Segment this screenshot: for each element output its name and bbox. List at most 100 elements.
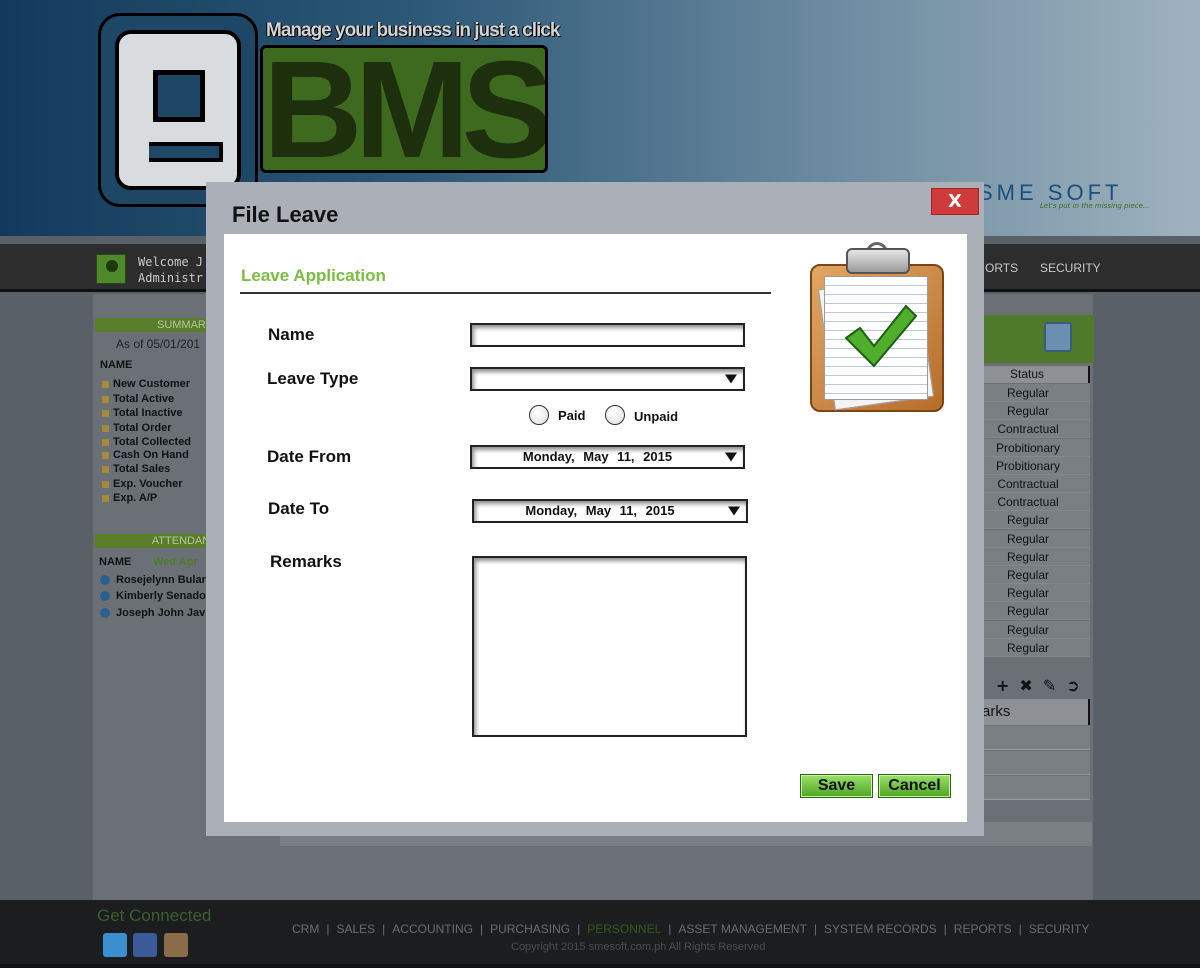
checkmark-icon	[844, 304, 918, 368]
remarks-row[interactable]	[966, 776, 1090, 800]
summary-item[interactable]: Total Order	[102, 422, 171, 434]
status-column-header[interactable]: Status	[966, 366, 1090, 383]
summary-item[interactable]: Exp. Voucher	[102, 478, 182, 490]
name-input[interactable]	[472, 325, 743, 345]
summary-name-column: NAME	[100, 359, 133, 371]
date-from-label: Date From	[267, 447, 352, 466]
date-from-picker[interactable]: Monday, May 11, 2015	[470, 445, 745, 469]
role-line: Administr	[138, 271, 204, 285]
next-icon[interactable]: ➲	[1066, 676, 1089, 695]
remarks-row[interactable]	[966, 726, 1090, 750]
nav-link-reports[interactable]: ORTS	[985, 261, 1018, 275]
get-connected-label: Get Connected	[97, 906, 212, 925]
status-cell[interactable]: Probitionary	[966, 439, 1090, 457]
close-button[interactable]: X	[931, 188, 979, 215]
remarks-field[interactable]	[472, 556, 747, 737]
attendance-person[interactable]: Kimberly Senado	[100, 590, 206, 602]
summary-item-icon	[102, 409, 109, 417]
remarks-column-header[interactable]: arks	[966, 699, 1090, 725]
company-tagline: Let's put in the missing piece...	[1040, 202, 1150, 210]
summary-item-icon	[102, 395, 109, 403]
status-cell[interactable]: Contractual	[966, 493, 1090, 511]
attendance-person-name: Kimberly Senado	[116, 590, 206, 602]
date-to-picker[interactable]: Monday, May 11, 2015	[472, 499, 748, 523]
copyright-text: Copyright 2015 smesoft.com.ph All Rights…	[511, 941, 766, 953]
attendance-person-name: Rosejelynn Bular	[116, 574, 206, 586]
clipboard-clip	[846, 248, 910, 274]
unpaid-radio[interactable]	[605, 405, 625, 425]
welcome-text: Welcome J Administr	[138, 254, 203, 286]
delete-icon[interactable]: ✖	[1019, 676, 1042, 695]
footer-link-personnel[interactable]: PERSONNEL	[587, 922, 661, 936]
facebook-icon[interactable]	[133, 933, 157, 957]
summary-item-label: Cash On Hand	[113, 449, 189, 461]
status-cell[interactable]: Regular	[966, 566, 1090, 584]
name-field[interactable]	[470, 323, 745, 347]
status-cell[interactable]: Regular	[966, 602, 1090, 620]
file-leave-dialog: File Leave X Leave Application Name Leav…	[206, 182, 984, 836]
summary-item[interactable]: New Customer	[102, 378, 190, 390]
leave-type-select[interactable]	[470, 367, 745, 391]
footer-link-asset-management[interactable]: ASSET MANAGEMENT	[678, 922, 806, 936]
section-divider	[240, 292, 771, 294]
grid-toolbar	[966, 315, 1094, 363]
footer-link-system-records[interactable]: SYSTEM RECORDS	[824, 922, 937, 936]
summary-item-icon	[102, 494, 109, 502]
status-cell[interactable]: Probitionary	[966, 457, 1090, 475]
remarks-textarea[interactable]	[474, 558, 745, 735]
chevron-down-icon	[728, 506, 740, 516]
save-button[interactable]: Save	[800, 774, 873, 798]
attendance-person[interactable]: Joseph John Javi	[100, 607, 208, 619]
attendance-date-column: Wed Apr	[153, 556, 198, 568]
summary-item[interactable]: Total Inactive	[102, 407, 182, 419]
attendance-person[interactable]: Rosejelynn Bular	[100, 574, 206, 586]
dialog-title: File Leave	[232, 202, 339, 227]
summary-item-label: Total Sales	[113, 463, 171, 475]
paid-radio[interactable]	[529, 405, 549, 425]
status-cell[interactable]: Regular	[966, 639, 1090, 657]
edit-icon[interactable]: ✎	[1043, 676, 1066, 695]
summary-item-icon	[102, 465, 109, 473]
status-cell[interactable]: Regular	[966, 584, 1090, 602]
logo-e-hole	[153, 70, 205, 122]
user-avatar-icon	[96, 254, 126, 284]
status-cell[interactable]: Contractual	[966, 475, 1090, 493]
remarks-row[interactable]	[966, 751, 1090, 775]
status-cell[interactable]: Regular	[966, 621, 1090, 639]
footer-link-purchasing[interactable]: PURCHASING	[490, 922, 570, 936]
status-cell[interactable]: Regular	[966, 384, 1090, 402]
name-label: Name	[268, 325, 315, 344]
instagram-icon[interactable]	[164, 933, 188, 957]
nav-link-security[interactable]: SECURITY	[1040, 261, 1101, 275]
logo-e-bar	[149, 142, 223, 162]
summary-item[interactable]: Total Collected	[102, 436, 191, 448]
summary-item-icon	[102, 380, 109, 388]
summary-item-icon	[102, 438, 109, 446]
status-cell[interactable]: Regular	[966, 548, 1090, 566]
status-cell[interactable]: Regular	[966, 530, 1090, 548]
cancel-button[interactable]: Cancel	[878, 774, 951, 798]
summary-item[interactable]: Total Sales	[102, 463, 170, 475]
printer-icon[interactable]	[1044, 322, 1072, 352]
summary-item[interactable]: Cash On Hand	[102, 449, 189, 461]
footer-link-security[interactable]: SECURITY	[1029, 922, 1090, 936]
status-cell[interactable]: Contractual	[966, 420, 1090, 438]
status-cell[interactable]: Regular	[966, 402, 1090, 420]
summary-item-label: New Customer	[113, 378, 191, 390]
twitter-icon[interactable]	[103, 933, 127, 957]
paid-label: Paid	[558, 408, 586, 423]
footer-link-reports[interactable]: REPORTS	[954, 922, 1012, 936]
footer-link-accounting[interactable]: ACCOUNTING	[392, 922, 473, 936]
summary-item-icon	[102, 424, 109, 432]
welcome-line: Welcome J	[138, 255, 204, 269]
footer-link-crm[interactable]: CRM	[292, 922, 319, 936]
date-from-value: Monday, May 11, 2015	[522, 449, 673, 464]
plus-icon[interactable]: +	[996, 676, 1019, 695]
summary-item[interactable]: Total Active	[102, 393, 174, 405]
summary-item[interactable]: Exp. A/P	[102, 492, 157, 504]
remarks-label: Remarks	[270, 552, 342, 571]
footer-link-sales[interactable]: SALES	[336, 922, 375, 936]
summary-item-label: Exp. Voucher	[113, 478, 183, 490]
status-cell[interactable]: Regular	[966, 511, 1090, 529]
grid-tool-icons: +✖✎➲	[996, 676, 1090, 695]
